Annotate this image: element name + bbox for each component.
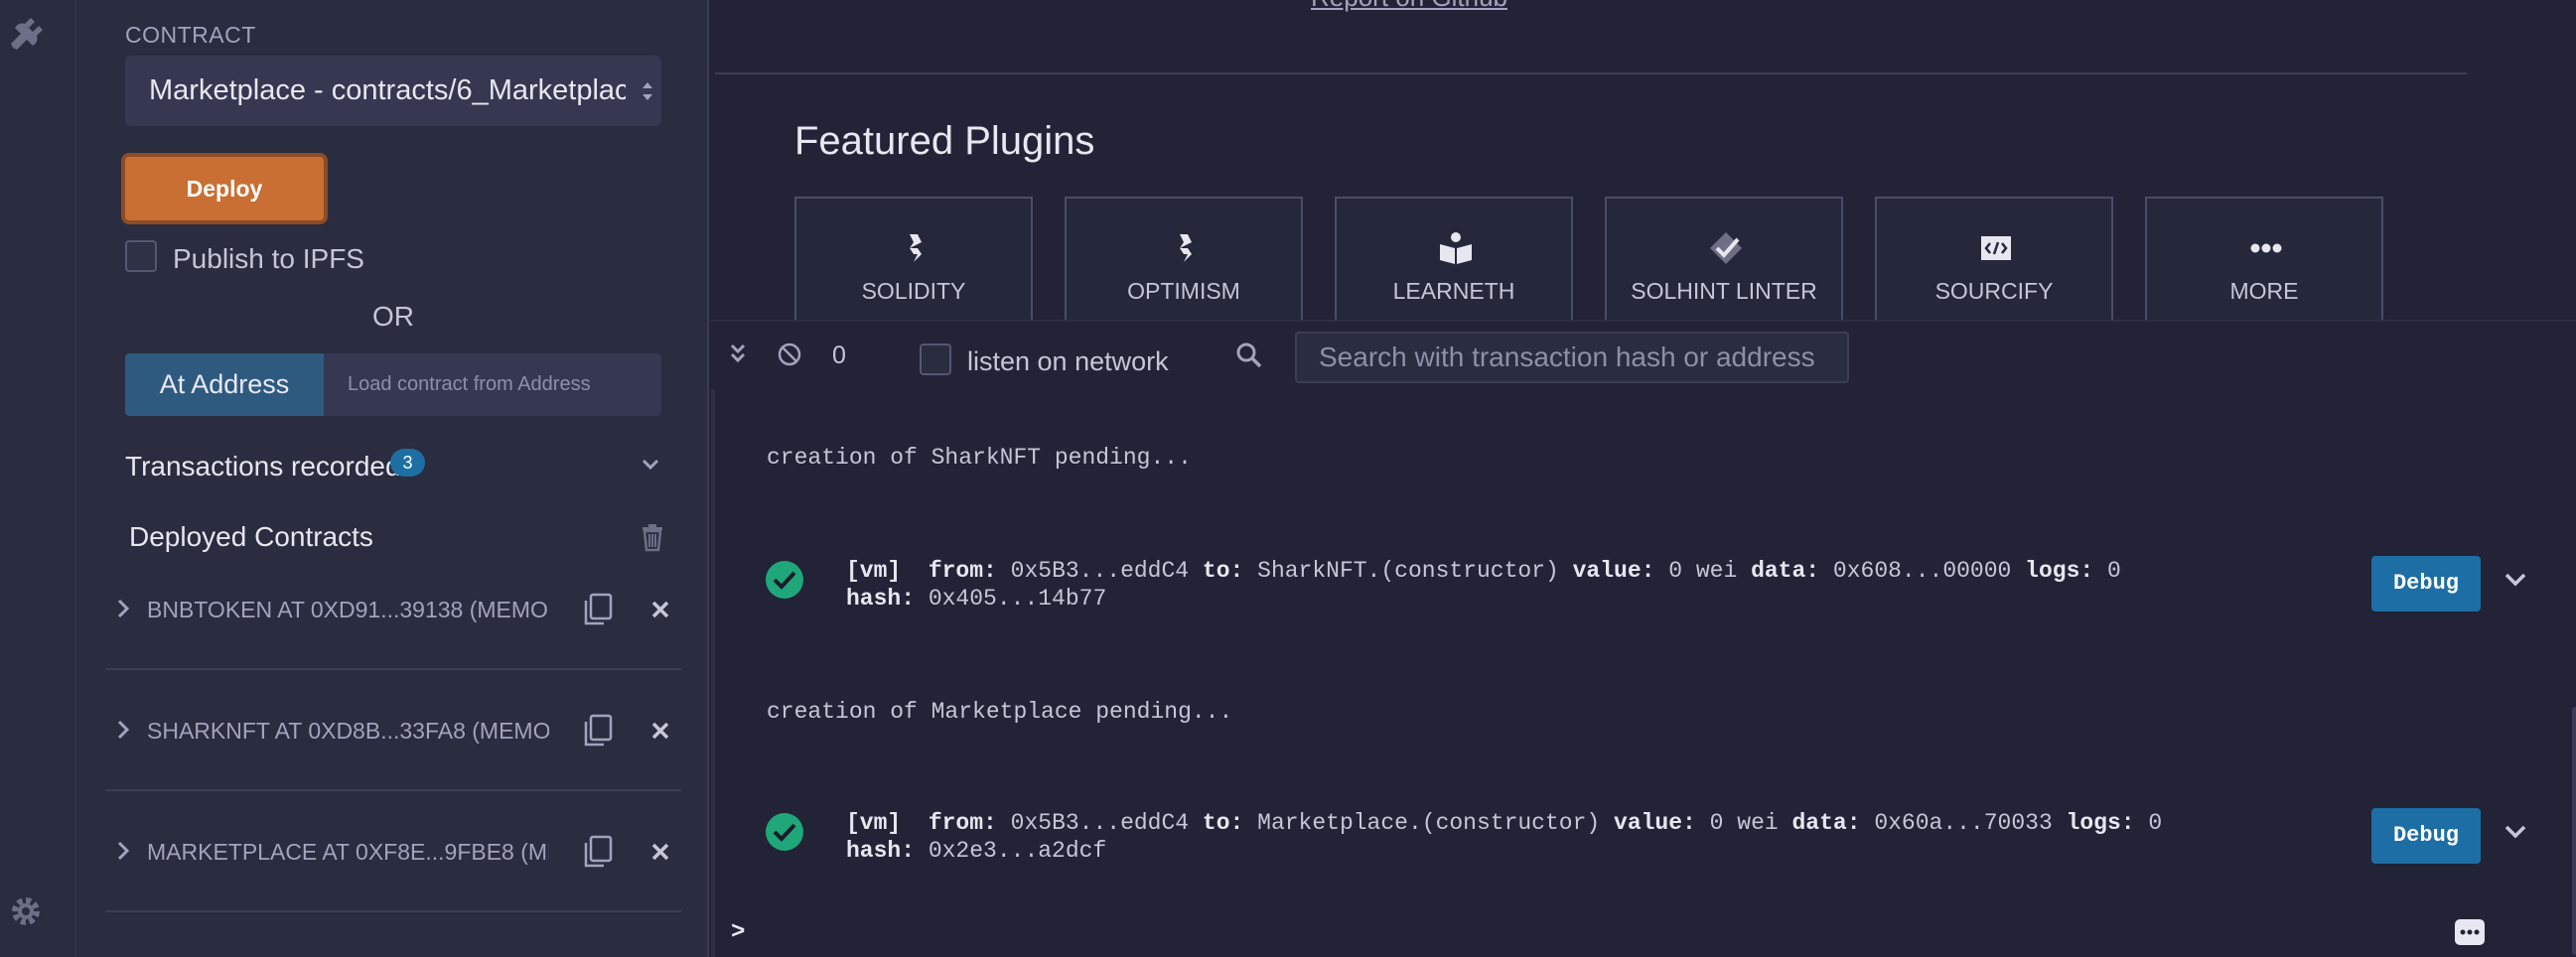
tx-hash-line: hash: 0x405...14b77 <box>846 586 1107 612</box>
solhint-icon <box>1710 232 1742 264</box>
listen-network-checkbox[interactable] <box>920 343 951 375</box>
terminal-toolbar: 0 listen on network <box>711 320 2576 387</box>
chevron-right-icon[interactable] <box>115 718 131 742</box>
solidity-icon <box>910 234 922 262</box>
plugin-card-solhint[interactable]: SOLHINT LINTER <box>1605 197 1843 326</box>
plugin-name: SOLIDITY <box>861 278 966 304</box>
tx-hash-line: hash: 0x2e3...a2dcf <box>846 838 1107 864</box>
settings-gear-icon[interactable] <box>8 893 44 929</box>
search-icon <box>1236 342 1262 368</box>
or-divider: OR <box>372 301 414 332</box>
deployed-contract-row[interactable]: MARKETPLACE AT 0XF8E...9FBE8 (MEMORY) <box>105 791 681 912</box>
publish-ipfs-checkbox[interactable] <box>125 240 157 272</box>
deployed-contract-name: BNBTOKEN AT 0XD91...39138 (MEMORY) <box>147 597 549 622</box>
plugin-card-solidity[interactable]: SOLIDITY <box>794 197 1033 326</box>
terminal-search-input[interactable] <box>1295 332 1849 383</box>
copy-icon[interactable] <box>582 593 614 626</box>
plugin-card-more[interactable]: MORE <box>2145 197 2383 326</box>
plugin-card-sourcify[interactable]: SOURCIFY <box>1875 197 2113 326</box>
chevron-right-icon[interactable] <box>115 839 131 863</box>
copy-icon[interactable] <box>582 835 614 869</box>
tx-summary-line: [vm] from: 0x5B3...eddC4 to: Marketplace… <box>846 810 2163 836</box>
success-check-icon <box>766 813 803 851</box>
chevron-down-icon[interactable] <box>2503 570 2528 590</box>
deployed-contract-row[interactable]: SHARKNFT AT 0XD8B...33FA8 (MEMORY) <box>105 670 681 791</box>
plugin-manager-icon[interactable] <box>5 12 49 56</box>
transactions-recorded-label[interactable]: Transactions recorded <box>125 451 401 482</box>
pending-message: creation of SharkNFT pending... <box>767 445 1192 471</box>
debug-button[interactable]: Debug <box>2371 808 2481 864</box>
listen-network-label: listen on network <box>967 346 1169 376</box>
load-address-input[interactable]: Load contract from Address <box>324 353 661 416</box>
transactions-count-badge: 3 <box>390 449 425 477</box>
publish-ipfs-label: Publish to IPFS <box>173 243 364 274</box>
plugin-name: OPTIMISM <box>1127 278 1240 304</box>
chevron-down-icon[interactable] <box>2503 822 2528 842</box>
collapse-terminal-icon[interactable] <box>725 342 751 367</box>
deployed-contract-name: SHARKNFT AT 0XD8B...33FA8 (MEMORY) <box>147 718 549 744</box>
optimism-icon <box>1180 234 1192 262</box>
pending-message: creation of Marketplace pending... <box>767 699 1233 725</box>
at-address-button[interactable]: At Address <box>125 353 324 416</box>
featured-plugins-title: Featured Plugins <box>794 119 1095 163</box>
learneth-icon <box>1440 232 1472 264</box>
deployed-contract-name: MARKETPLACE AT 0XF8E...9FBE8 (MEMORY) <box>147 839 549 865</box>
chevron-right-icon[interactable] <box>115 597 131 620</box>
select-arrows-icon <box>643 82 652 100</box>
divider <box>715 72 2467 74</box>
plugin-name: SOURCIFY <box>1934 278 2054 304</box>
clear-console-icon[interactable] <box>777 342 802 367</box>
github-report-link[interactable]: Report on Github <box>1311 0 1507 13</box>
terminal-menu-icon[interactable] <box>2455 919 2485 945</box>
close-icon[interactable] <box>649 720 671 742</box>
deploy-run-panel: CONTRACT Marketplace - contracts/6_Marke… <box>77 0 709 957</box>
sourcify-icon <box>1981 236 2011 260</box>
terminal-scrollbar[interactable] <box>2572 707 2576 955</box>
close-icon[interactable] <box>649 841 671 863</box>
deployed-contract-row[interactable]: BNBTOKEN AT 0XD91...39138 (MEMORY) <box>105 549 681 670</box>
more-dots-icon <box>2460 929 2480 935</box>
plugin-card-optimism[interactable]: OPTIMISM <box>1065 197 1303 326</box>
terminal-prompt[interactable]: > <box>731 919 745 946</box>
contract-select[interactable]: Marketplace - contracts/6_Marketplace.so… <box>125 56 661 126</box>
contract-select-value: Marketplace - contracts/6_Marketplace.so… <box>149 74 626 106</box>
plugin-name: SOLHINT LINTER <box>1631 278 1817 304</box>
tx-summary-line: [vm] from: 0x5B3...eddC4 to: SharkNFT.(c… <box>846 558 2121 584</box>
success-check-icon <box>766 561 803 599</box>
terminal-output: creation of SharkNFT pending... [vm] fro… <box>711 389 2576 957</box>
plugin-name: MORE <box>2229 278 2299 304</box>
plugin-name: LEARNETH <box>1392 278 1515 304</box>
pending-tx-count: 0 <box>832 342 846 369</box>
trash-icon[interactable] <box>640 522 665 552</box>
debug-button[interactable]: Debug <box>2371 556 2481 612</box>
plugin-card-learneth[interactable]: LEARNETH <box>1335 197 1573 326</box>
close-icon[interactable] <box>649 599 671 620</box>
icon-rail <box>0 0 76 957</box>
contract-label: CONTRACT <box>125 22 256 48</box>
copy-icon[interactable] <box>582 714 614 748</box>
deploy-button[interactable]: Deploy <box>121 153 328 224</box>
chevron-down-icon[interactable] <box>640 453 661 475</box>
main-area: Report on Github Featured Plugins SOLIDI… <box>711 0 2576 957</box>
more-icon <box>2250 243 2282 253</box>
